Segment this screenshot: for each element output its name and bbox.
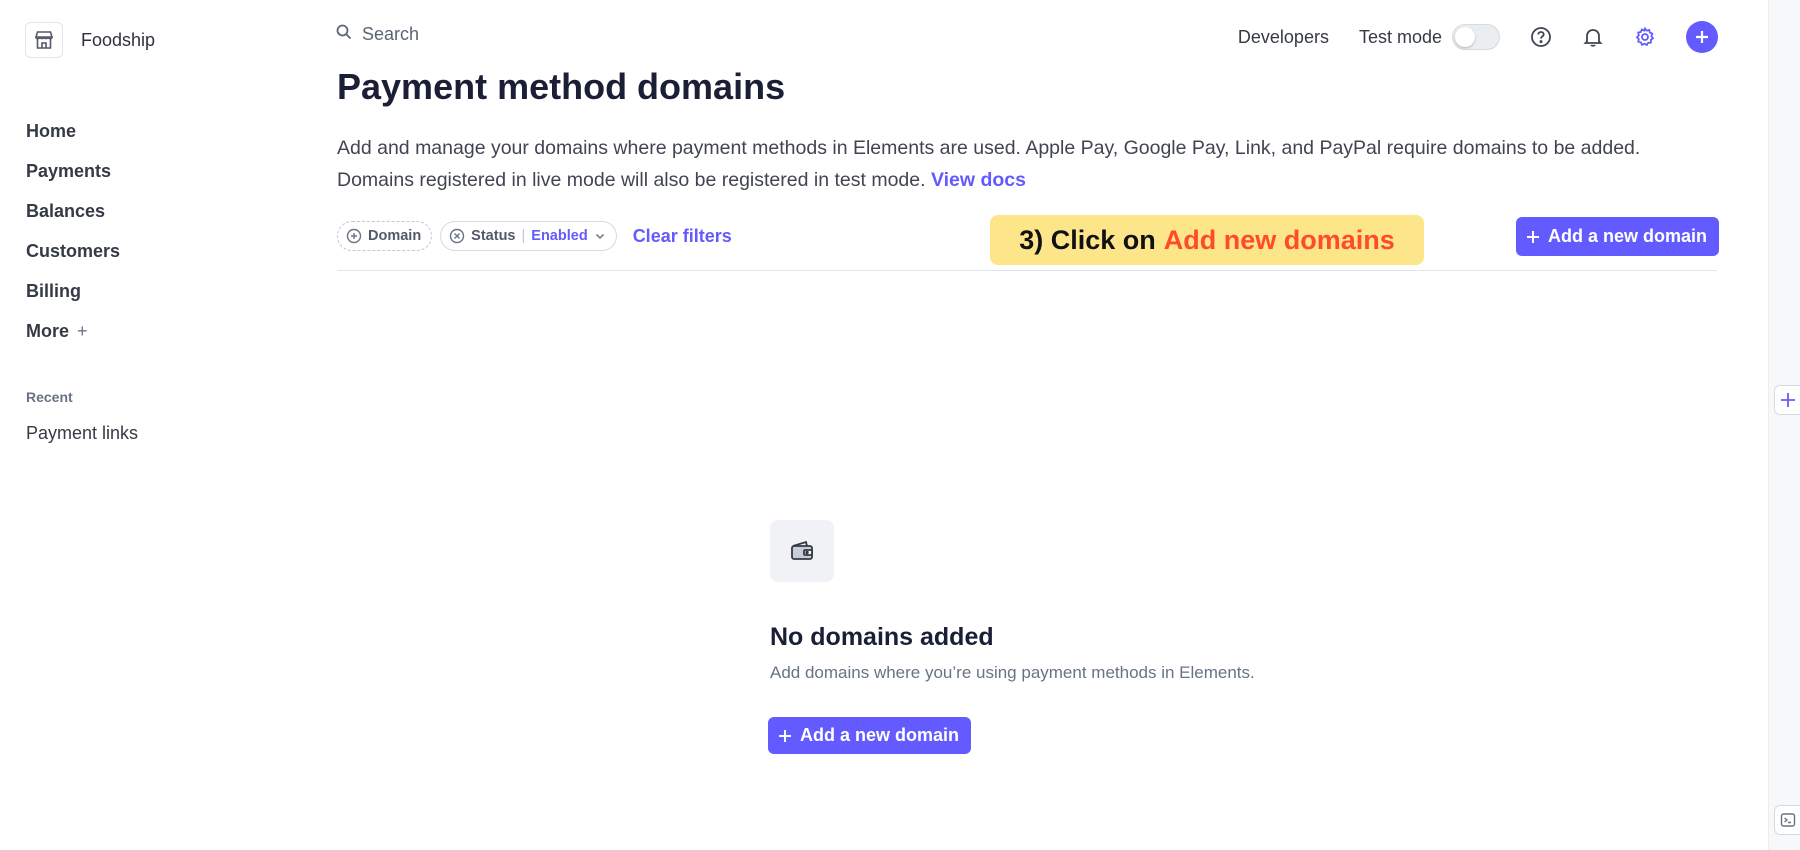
nav-item-label: Home <box>26 120 77 141</box>
empty-state-title: No domains added <box>770 623 994 651</box>
search-icon <box>336 24 352 45</box>
tutorial-callout: 3) Click on Add new domains <box>990 215 1424 265</box>
page-title: Payment method domains <box>337 66 786 107</box>
add-domain-button[interactable]: Add a new domain <box>1516 217 1720 256</box>
status-filter-label: Status <box>471 228 516 244</box>
account-switcher[interactable]: Foodship <box>25 22 155 58</box>
filter-separator: | <box>521 228 526 244</box>
test-mode-toggle[interactable] <box>1452 24 1500 50</box>
callout-highlight: Add new domains <box>1163 224 1395 255</box>
header-divider <box>337 270 1717 271</box>
plus-icon <box>1780 393 1795 407</box>
status-filter-chip[interactable]: Status | Enabled <box>440 221 617 251</box>
rail-console-button[interactable] <box>1774 805 1800 835</box>
nav-item-home[interactable]: Home <box>26 111 120 151</box>
page-description: Add and manage your domains where paymen… <box>337 132 1657 196</box>
domain-filter-chip[interactable]: Domain <box>337 221 433 251</box>
account-name: Foodship <box>81 29 156 50</box>
nav-item-label: Billing <box>26 280 81 301</box>
nav-item-more[interactable]: More + <box>26 311 120 351</box>
search-placeholder: Search <box>362 24 420 44</box>
status-filter-value: Enabled <box>531 228 588 244</box>
empty-state-subtitle: Add domains where you’re using payment m… <box>770 663 1255 682</box>
plus-icon <box>779 729 791 742</box>
nav-item-label: Payments <box>26 160 112 181</box>
recent-item-payment-links[interactable]: Payment links <box>26 423 138 444</box>
nav-item-label: More <box>26 320 70 341</box>
help-icon[interactable] <box>1530 26 1552 48</box>
rail-expand-button[interactable] <box>1774 385 1800 415</box>
chevron-down-icon <box>595 233 604 240</box>
plus-icon <box>1696 31 1708 43</box>
view-docs-link[interactable]: View docs <box>931 169 1026 191</box>
terminal-icon <box>1780 813 1795 827</box>
main-nav: Home Payments Balances Customers Billing… <box>26 111 120 351</box>
plus-icon: + <box>77 320 88 341</box>
empty-add-domain-button-label: Add a new domain <box>800 725 960 745</box>
create-new-button[interactable] <box>1686 21 1718 53</box>
wallet-icon <box>770 520 834 582</box>
remove-circle-icon[interactable] <box>449 228 465 244</box>
right-rail <box>1768 0 1800 850</box>
callout-prefix: 3) Click on <box>1019 224 1156 255</box>
add-domain-button-label: Add a new domain <box>1548 226 1708 246</box>
bell-icon[interactable] <box>1582 26 1604 48</box>
empty-add-domain-button[interactable]: Add a new domain <box>768 717 972 754</box>
filter-bar: Domain Status | Enabled Clear filters <box>337 221 732 251</box>
gear-icon[interactable] <box>1634 26 1656 48</box>
add-circle-icon <box>346 228 362 244</box>
nav-item-label: Balances <box>26 200 106 221</box>
search-bar[interactable]: Search <box>336 24 419 45</box>
clear-filters-link[interactable]: Clear filters <box>633 226 732 247</box>
test-mode-label: Test mode <box>1358 26 1442 47</box>
nav-item-balances[interactable]: Balances <box>26 191 120 231</box>
nav-item-label: Customers <box>26 240 121 261</box>
recent-section-title: Recent <box>26 389 73 405</box>
plus-icon <box>1527 230 1539 243</box>
top-right-toolbar: Developers Test mode <box>1238 18 1718 56</box>
nav-item-billing[interactable]: Billing <box>26 271 120 311</box>
nav-item-payments[interactable]: Payments <box>26 151 120 191</box>
test-mode-control: Test mode <box>1359 24 1500 50</box>
storefront-icon <box>25 22 63 58</box>
nav-item-customers[interactable]: Customers <box>26 231 120 271</box>
domain-filter-label: Domain <box>368 228 422 244</box>
sidebar: Foodship Home Payments Balances Customer… <box>0 0 290 850</box>
developers-link[interactable]: Developers <box>1238 27 1329 48</box>
